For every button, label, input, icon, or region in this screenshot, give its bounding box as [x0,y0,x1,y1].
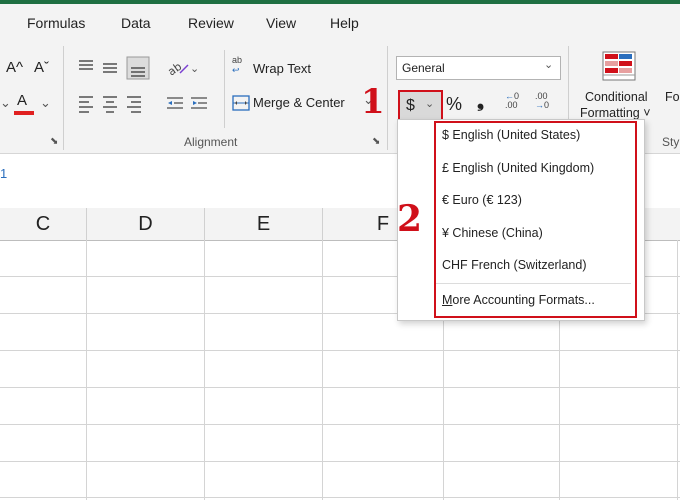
grid-line [0,497,680,498]
menu-item-usd[interactable]: $ English (United States) [442,128,580,142]
decrease-decimal-icon: .00 →0 [535,91,550,110]
increase-decimal-button[interactable]: ←0.00 [505,92,527,114]
decrease-decimal-button[interactable]: .00 →0 [535,92,557,114]
grid-line [0,424,680,425]
styles-group-label: Sty [662,135,680,149]
conditional-formatting-label[interactable]: Conditional [585,90,648,104]
menu-item-gbp[interactable]: £ English (United Kingdom) [442,161,594,175]
more-accounting-formats-label: ore Accounting Formats... [452,293,595,307]
horizontal-align-icons[interactable] [76,93,216,115]
increase-decimal-icon: ←0.00 [505,91,520,110]
grid-line [0,350,680,351]
column-header-c[interactable]: C [0,208,87,241]
svg-text:ab: ab [166,60,184,79]
conditional-formatting-icon[interactable] [602,51,636,81]
menu-highlight-box [434,121,637,318]
comma-style-button[interactable]: ❟ [477,91,484,112]
column-header-e[interactable]: E [205,208,323,241]
name-box-value[interactable]: 1 [0,166,7,181]
number-format-dropdown[interactable]: General ⌄ [396,56,561,80]
grid-line [0,461,680,462]
vertical-align-icons[interactable] [76,56,160,80]
font-dialog-launcher-icon[interactable]: ⬊ [50,136,58,147]
menu-item-chf[interactable]: CHF French (Switzerland) [442,258,586,272]
font-color-underline [14,111,34,115]
accounting-format-button[interactable]: $ ⌄ [398,90,443,122]
alignment-dialog-launcher-icon[interactable]: ⬊ [372,136,380,147]
dollar-icon: $ [406,97,415,114]
font-color-button[interactable]: A [13,92,37,116]
alignment-inner-separator [224,50,225,128]
orientation-icon[interactable]: ab ⌄ [166,57,202,79]
merge-center-label: Merge & Center [253,95,345,110]
menu-item-cny[interactable]: ¥ Chinese (China) [442,226,543,240]
alignment-group-label: Alignment [184,135,238,149]
more-accounting-formats-item[interactable]: More Accounting Formats... [442,293,595,307]
wrap-text-label: Wrap Text [253,61,312,76]
number-format-value: General [402,61,445,75]
percent-style-button[interactable]: % [446,94,462,115]
merge-center-icon [232,95,250,111]
accounting-chevron-icon: ⌄ [425,98,435,110]
tab-view[interactable]: View [266,15,296,31]
tab-data[interactable]: Data [121,15,151,31]
callout-number-2: 2 [397,198,423,240]
group-separator [63,46,64,150]
number-format-chevron-icon: ⌄ [544,59,554,71]
font-color-chevron-icon[interactable]: ⌄ [40,95,51,111]
menu-item-eur[interactable]: € Euro (€ 123) [442,193,522,207]
menu-bar: Formulas Data Review View Help [0,4,680,40]
group-separator [387,46,388,150]
svg-text:⌄: ⌄ [190,62,199,75]
menu-divider [436,283,631,284]
conditional-formatting-label-2[interactable]: Formatting ˅ [580,106,651,120]
column-header-d[interactable]: D [87,208,205,241]
tab-help[interactable]: Help [330,15,359,31]
increase-font-size-button[interactable]: A^ [6,59,23,76]
more-accounting-formats-access-key: M [442,293,453,307]
tab-review[interactable]: Review [188,15,234,31]
font-color-letter: A [17,92,28,109]
format-as-table-label[interactable]: Fo [665,90,680,104]
font-dropdown-chevron-icon[interactable]: ⌄ [0,95,11,111]
grid-line [0,387,680,388]
callout-number-1: 1 [361,82,385,122]
wrap-text-icon: ab ↩ [232,55,243,75]
tab-formulas[interactable]: Formulas [27,15,85,31]
decrease-font-size-button[interactable]: Aˇ [34,59,49,76]
